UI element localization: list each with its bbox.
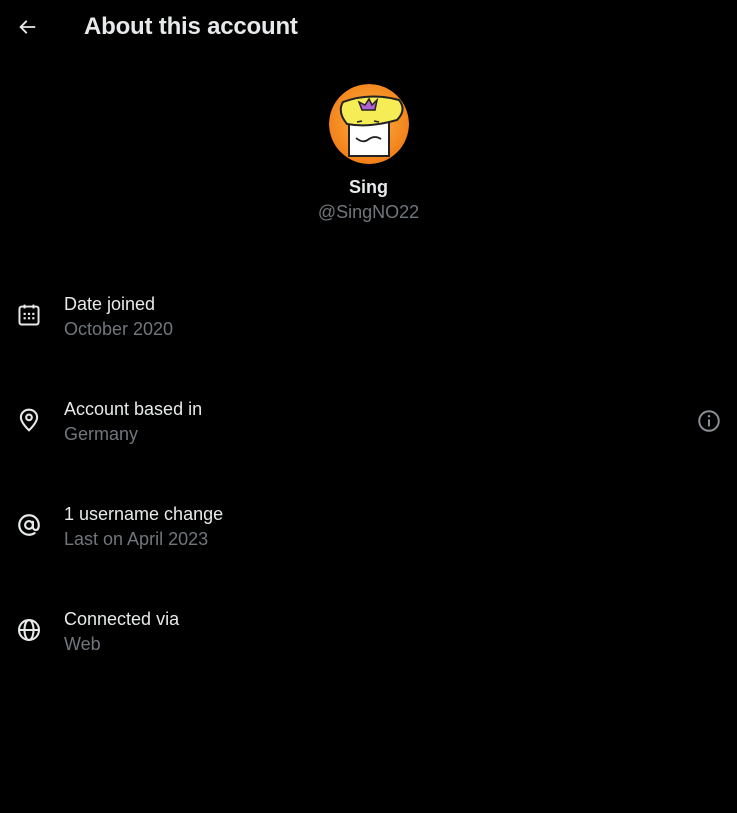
account-based-in-label: Account based in [64,399,203,419]
date-joined-value: October 2020 [64,319,174,339]
account-based-in-row: Account based in Germany [0,369,737,474]
username-change-value: Last on April 2023 [64,529,209,549]
connected-via-value: Web [64,634,101,654]
avatar[interactable] [328,84,409,164]
page-title: About this account [84,13,298,40]
account-based-in-text: Account based in Germany [64,397,202,446]
connected-via-row: Connected via Web [0,579,737,684]
account-info-list: Date joined October 2020 Account based i… [0,264,737,684]
display-name: Sing [349,177,388,197]
date-joined-text: Date joined October 2020 [64,292,173,341]
location-info-button[interactable] [696,408,722,434]
connected-via-text: Connected via Web [64,607,179,656]
date-joined-row: Date joined October 2020 [0,264,737,369]
date-joined-label: Date joined [64,294,156,314]
username-change-label: 1 username change [64,504,224,524]
info-icon [698,410,720,432]
username-change-row: 1 username change Last on April 2023 [0,474,737,579]
username-handle: @SingNO22 [317,202,420,222]
location-pin-icon [19,408,39,432]
username-change-text: 1 username change Last on April 2023 [64,502,223,551]
profile-summary: Sing @SingNO22 [0,84,737,223]
calendar-icon [18,304,40,326]
account-based-in-value: Germany [64,424,139,444]
top-bar: About this account [0,0,737,54]
arrow-left-icon [19,20,36,34]
at-sign-icon [18,514,40,536]
back-button[interactable] [9,9,45,45]
globe-icon [18,619,40,641]
connected-via-label: Connected via [64,609,180,629]
